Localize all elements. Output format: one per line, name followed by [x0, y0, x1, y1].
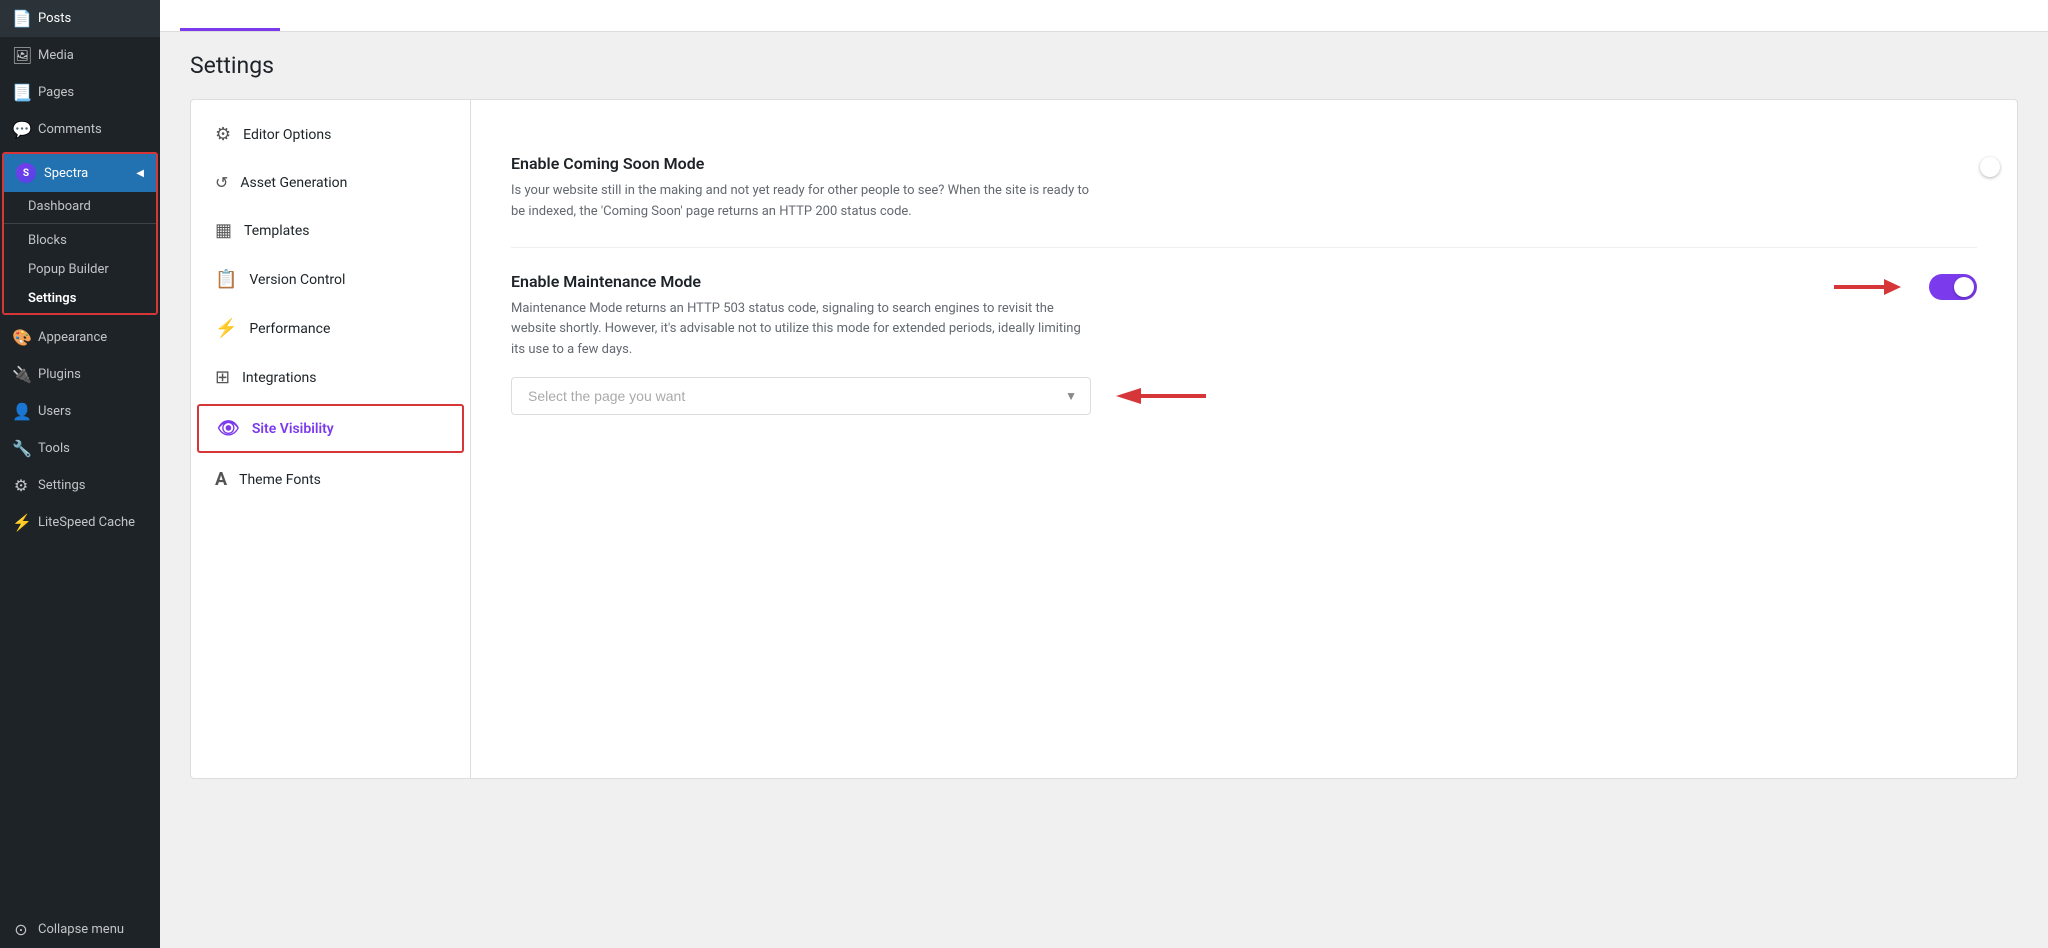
sidebar-item-pages[interactable]: 📃 Pages: [0, 74, 160, 111]
users-icon: 👤: [12, 402, 30, 421]
settings-panel: Enable Coming Soon Mode Is your website …: [471, 100, 2017, 778]
maintenance-title: Enable Maintenance Mode: [511, 272, 1091, 291]
asset-generation-icon: ↺: [215, 173, 228, 192]
page-title: Settings: [190, 52, 2018, 79]
performance-icon: ⚡: [215, 318, 237, 339]
sidebar: 📄 Posts 🖼 Media 📃 Pages 💬 Comments S Spe…: [0, 0, 160, 948]
sidebar-item-posts[interactable]: 📄 Posts: [0, 0, 160, 37]
litespeed-icon: ⚡: [12, 513, 30, 532]
sidebar-item-litespeed[interactable]: ⚡ LiteSpeed Cache: [0, 504, 160, 541]
coming-soon-content: Enable Coming Soon Mode Is your website …: [511, 154, 1091, 223]
site-visibility-icon: 👁: [217, 418, 240, 439]
nav-performance[interactable]: ⚡ Performance: [191, 304, 470, 353]
sidebar-item-tools[interactable]: 🔧 Tools: [0, 430, 160, 467]
tools-icon: 🔧: [12, 439, 30, 458]
integrations-icon: ⊞: [215, 367, 230, 388]
settings-container: ⚙ Editor Options ↺ Asset Generation ▦ Te…: [190, 99, 2018, 779]
media-icon: 🖼: [12, 46, 30, 65]
plugins-icon: 🔌: [12, 365, 30, 384]
pages-icon: 📃: [12, 83, 30, 102]
maintenance-toggle-row: Enable Maintenance Mode Maintenance Mode…: [511, 272, 1977, 361]
collapse-menu[interactable]: ⊙ Collapse menu: [0, 911, 160, 948]
arrow-right-indicator: [1829, 272, 1909, 302]
select-row: Select the page you want ▼: [511, 377, 1977, 415]
collapse-icon: ⊙: [12, 920, 30, 939]
nav-editor-options[interactable]: ⚙ Editor Options: [191, 110, 470, 159]
sidebar-item-blocks[interactable]: Blocks: [4, 226, 156, 255]
nav-integrations[interactable]: ⊞ Integrations: [191, 353, 470, 402]
maintenance-desc: Maintenance Mode returns an HTTP 503 sta…: [511, 299, 1091, 361]
spectra-section: S Spectra ◀ Dashboard Blocks Popup Build…: [2, 152, 158, 315]
maintenance-content: Enable Maintenance Mode Maintenance Mode…: [511, 272, 1091, 361]
sidebar-item-appearance[interactable]: 🎨 Appearance: [0, 319, 160, 356]
maintenance-toggle[interactable]: [1929, 274, 1977, 300]
spectra-logo: S: [16, 163, 36, 183]
sidebar-item-plugins[interactable]: 🔌 Plugins: [0, 356, 160, 393]
appearance-icon: 🎨: [12, 328, 30, 347]
chevron-icon: ◀: [136, 168, 144, 179]
version-control-icon: 📋: [215, 269, 237, 290]
main-content: Settings ⚙ Editor Options ↺ Asset Genera…: [160, 0, 2048, 948]
comments-icon: 💬: [12, 120, 30, 139]
maintenance-row: Enable Maintenance Mode Maintenance Mode…: [511, 248, 1977, 439]
nav-theme-fonts[interactable]: A Theme Fonts: [191, 455, 470, 504]
sidebar-item-popup-builder[interactable]: Popup Builder: [4, 255, 156, 284]
top-bar: [160, 0, 2048, 32]
nav-site-visibility[interactable]: 👁 Site Visibility: [197, 404, 464, 453]
coming-soon-desc: Is your website still in the making and …: [511, 181, 1091, 223]
content-area: Settings ⚙ Editor Options ↺ Asset Genera…: [160, 32, 2048, 948]
nav-version-control[interactable]: 📋 Version Control: [191, 255, 470, 304]
spectra-menu-item[interactable]: S Spectra ◀: [4, 154, 156, 192]
coming-soon-toggle-row: Enable Coming Soon Mode Is your website …: [511, 154, 1977, 223]
coming-soon-title: Enable Coming Soon Mode: [511, 154, 1091, 173]
coming-soon-row: Enable Coming Soon Mode Is your website …: [511, 130, 1977, 248]
templates-icon: ▦: [215, 220, 232, 241]
maintenance-slider: [1929, 274, 1977, 300]
sidebar-item-settings-wp[interactable]: ⚙ Settings: [0, 467, 160, 504]
arrow-left-indicator: [1111, 381, 1211, 411]
page-select[interactable]: Select the page you want: [511, 377, 1091, 415]
sidebar-item-comments[interactable]: 💬 Comments: [0, 111, 160, 148]
settings-nav: ⚙ Editor Options ↺ Asset Generation ▦ Te…: [191, 100, 471, 778]
settings-wp-icon: ⚙: [12, 476, 30, 495]
sidebar-item-users[interactable]: 👤 Users: [0, 393, 160, 430]
sidebar-item-media[interactable]: 🖼 Media: [0, 37, 160, 74]
nav-templates[interactable]: ▦ Templates: [191, 206, 470, 255]
posts-icon: 📄: [12, 9, 30, 28]
sidebar-item-dashboard[interactable]: Dashboard: [4, 192, 156, 221]
sidebar-item-settings[interactable]: Settings: [4, 284, 156, 313]
theme-fonts-icon: A: [215, 469, 227, 490]
nav-asset-generation[interactable]: ↺ Asset Generation: [191, 159, 470, 206]
editor-options-icon: ⚙: [215, 124, 231, 145]
